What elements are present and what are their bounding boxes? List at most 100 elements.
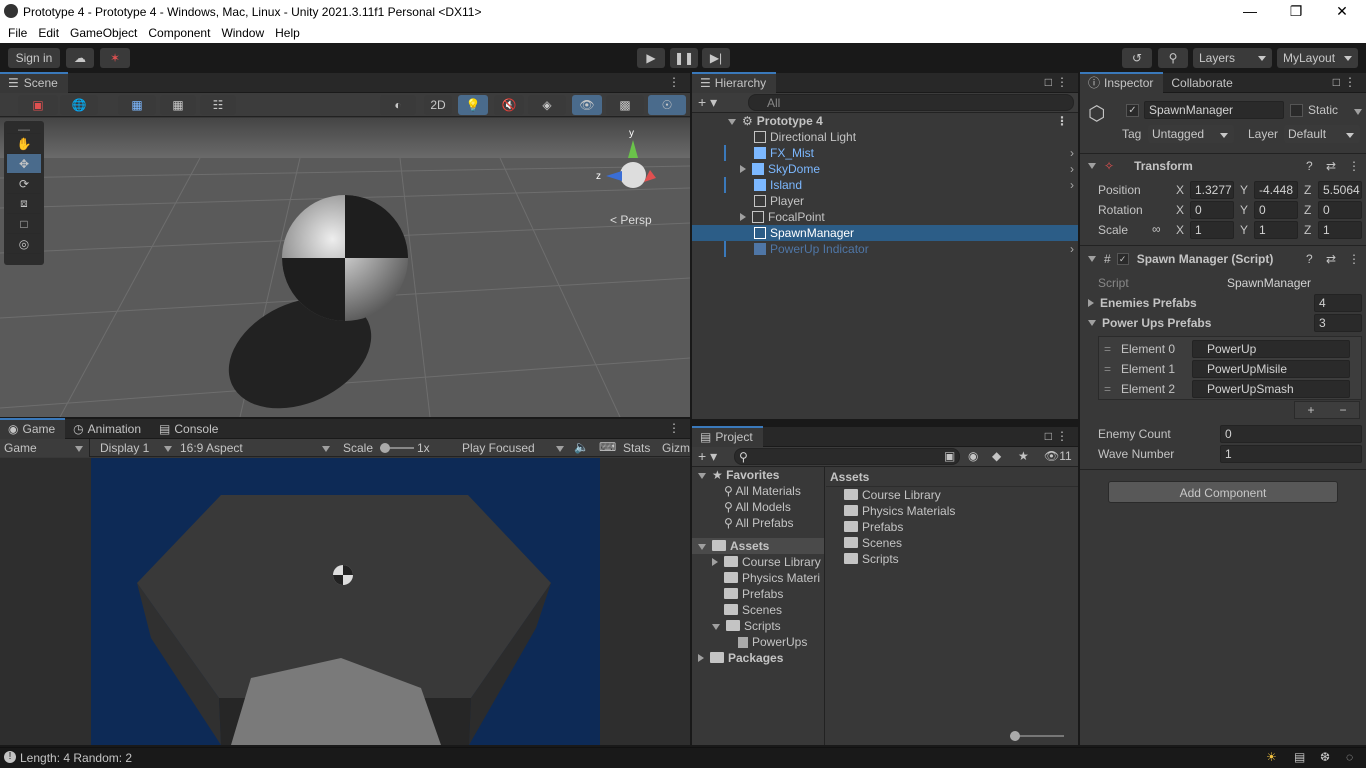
menu-edit[interactable]: Edit bbox=[38, 23, 59, 43]
favorite-all-prefabs[interactable]: ⚲ All Prefabs bbox=[692, 515, 824, 531]
tab-hierarchy[interactable]: ☰ Hierarchy bbox=[692, 72, 777, 93]
hidden-objects-icon[interactable]: 👁 bbox=[572, 95, 602, 115]
move-tool-icon[interactable]: ✥ bbox=[7, 154, 41, 174]
wave-number-field[interactable]: 1 bbox=[1220, 445, 1362, 463]
help-icon[interactable]: ? bbox=[1306, 159, 1313, 173]
help-icon[interactable]: ? bbox=[1306, 252, 1313, 266]
hierarchy-item-focalpoint[interactable]: FocalPoint bbox=[692, 209, 1078, 225]
auto-generate-lighting-icon[interactable]: ☀ bbox=[1266, 750, 1277, 764]
play-focused-dropdown[interactable]: Play Focused bbox=[458, 439, 568, 457]
menu-component[interactable]: Component bbox=[148, 23, 210, 43]
tab-console[interactable]: ▤ Console bbox=[151, 418, 228, 439]
object-name-field[interactable]: SpawnManager bbox=[1144, 101, 1284, 119]
menu-gameobject[interactable]: GameObject bbox=[70, 23, 137, 43]
minimize-button[interactable]: — bbox=[1227, 0, 1273, 23]
status-message[interactable]: Length: 4 Random: 2 bbox=[20, 751, 132, 765]
scene-viewport[interactable]: y z < Persp bbox=[0, 118, 690, 417]
tab-inspector[interactable]: ⓘ Inspector bbox=[1080, 72, 1164, 93]
gizmos-button[interactable]: Gizm bbox=[662, 441, 690, 455]
list-element[interactable]: = Element 0 PowerUp bbox=[1098, 339, 1362, 359]
search-by-type-icon[interactable]: ▣ bbox=[944, 449, 955, 463]
kebab-menu-icon[interactable]: ⋮ bbox=[668, 75, 680, 89]
constrain-proportions-icon[interactable]: ∞ bbox=[1152, 222, 1161, 236]
static-checkbox[interactable] bbox=[1290, 104, 1303, 117]
game-viewport[interactable] bbox=[91, 458, 600, 745]
script-component-header[interactable]: # ✓ Spawn Manager (Script) ? ⇄ ⋮ bbox=[1080, 249, 1366, 269]
progress-icon[interactable]: ◌ bbox=[1346, 750, 1353, 764]
sign-in-button[interactable]: Sign in bbox=[8, 48, 60, 68]
history-icon[interactable]: ↺ bbox=[1122, 48, 1152, 68]
project-breadcrumb[interactable]: Assets bbox=[826, 467, 1078, 487]
increment-snap-icon[interactable]: ☷ bbox=[200, 95, 236, 115]
element-value-field[interactable]: PowerUpSmash bbox=[1192, 380, 1350, 398]
game-mode-dropdown[interactable]: Game bbox=[0, 439, 90, 457]
rotation-y-field[interactable]: 0 bbox=[1254, 201, 1298, 219]
tag-dropdown[interactable]: Untagged bbox=[1148, 125, 1234, 143]
position-y-field[interactable]: -4.448 bbox=[1254, 181, 1298, 199]
aspect-dropdown[interactable]: 16:9 Aspect bbox=[176, 439, 336, 457]
transform-tool-icon[interactable]: ◎ bbox=[7, 234, 41, 254]
draw-mode-icon[interactable]: ▣ bbox=[18, 95, 58, 115]
lock-icon[interactable]: □ bbox=[1045, 429, 1052, 443]
position-x-field[interactable]: 1.3277 bbox=[1190, 181, 1234, 199]
shading-icon[interactable]: ◐ bbox=[380, 95, 416, 115]
hand-tool-icon[interactable]: ✋ bbox=[7, 134, 41, 154]
folder-scenes[interactable]: Scenes bbox=[692, 602, 824, 618]
preset-icon[interactable]: ⇄ bbox=[1326, 252, 1336, 266]
rotation-z-field[interactable]: 0 bbox=[1318, 201, 1362, 219]
kebab-menu-icon[interactable]: ⋮ bbox=[1344, 75, 1356, 89]
menu-window[interactable]: Window bbox=[221, 23, 264, 43]
enemies-prefabs-foldout[interactable]: Enemies Prefabs bbox=[1088, 296, 1197, 310]
folder-course-library[interactable]: Course Library bbox=[692, 554, 824, 570]
folder-scripts[interactable]: Scripts bbox=[692, 618, 824, 634]
powerups-prefabs-foldout[interactable]: Power Ups Prefabs bbox=[1088, 316, 1211, 330]
project-search-input[interactable]: ⚲ bbox=[734, 448, 960, 465]
assets-root[interactable]: Assets bbox=[692, 538, 824, 554]
active-checkbox[interactable]: ✓ bbox=[1126, 104, 1139, 117]
element-value-field[interactable]: PowerUp bbox=[1192, 340, 1350, 358]
2d-toggle-button[interactable]: 2D bbox=[424, 95, 452, 115]
list-element[interactable]: = Element 2 PowerUpSmash bbox=[1098, 379, 1362, 399]
tab-project[interactable]: ▤ Project bbox=[692, 426, 763, 447]
list-element[interactable]: = Element 1 PowerUpMisile bbox=[1098, 359, 1362, 379]
grid-icon[interactable]: ▦ bbox=[160, 95, 196, 115]
preset-icon[interactable]: ⇄ bbox=[1326, 159, 1336, 173]
audio-icon[interactable]: 🔇 bbox=[494, 95, 524, 115]
content-folder-scenes[interactable]: Scenes bbox=[826, 535, 1078, 551]
tab-collaborate[interactable]: Collaborate bbox=[1163, 72, 1242, 93]
search-icon[interactable]: ⚲ bbox=[1158, 48, 1188, 68]
add-icon[interactable]: + ▾ bbox=[698, 448, 717, 465]
gizmos-icon[interactable]: ☉ bbox=[648, 95, 686, 115]
global-icon[interactable]: 🌐 bbox=[60, 95, 98, 115]
remove-element-icon[interactable]: − bbox=[1339, 403, 1346, 417]
kebab-menu-icon[interactable]: ⋮ bbox=[1056, 429, 1068, 443]
scale-x-field[interactable]: 1 bbox=[1190, 221, 1234, 239]
close-button[interactable]: ✕ bbox=[1319, 0, 1365, 23]
position-z-field[interactable]: 5.5064 bbox=[1318, 181, 1362, 199]
folder-physics-materials[interactable]: Physics Materi bbox=[692, 570, 824, 586]
favorite-star-icon[interactable]: ★ bbox=[1018, 449, 1029, 463]
hierarchy-item-spawnmanager[interactable]: SpawnManager bbox=[692, 225, 1078, 241]
layers-dropdown[interactable]: Layers bbox=[1193, 48, 1272, 68]
element-value-field[interactable]: PowerUpMisile bbox=[1192, 360, 1350, 378]
content-folder-prefabs[interactable]: Prefabs bbox=[826, 519, 1078, 535]
hidden-packages-icon[interactable]: 👁11 bbox=[1044, 449, 1072, 463]
menu-help[interactable]: Help bbox=[275, 23, 300, 43]
hierarchy-item-player[interactable]: Player bbox=[692, 193, 1078, 209]
menu-file[interactable]: File bbox=[8, 23, 27, 43]
tab-scene[interactable]: ☰ Scene bbox=[0, 72, 68, 93]
favorite-all-materials[interactable]: ⚲ All Materials bbox=[692, 483, 824, 499]
scale-slider[interactable] bbox=[380, 443, 414, 453]
hierarchy-item-island[interactable]: Island › bbox=[724, 177, 1078, 193]
layout-dropdown[interactable]: MyLayout bbox=[1277, 48, 1358, 68]
rotate-tool-icon[interactable]: ⟳ bbox=[7, 174, 41, 194]
scale-z-field[interactable]: 1 bbox=[1318, 221, 1362, 239]
scale-y-field[interactable]: 1 bbox=[1254, 221, 1298, 239]
collab-icon[interactable]: ✶ bbox=[100, 48, 130, 68]
component-menu-icon[interactable]: ⋮ bbox=[1348, 159, 1360, 173]
rect-tool-icon[interactable]: □ bbox=[7, 214, 41, 234]
play-button[interactable]: ▶ bbox=[637, 48, 665, 68]
keyboard-icon[interactable]: ⌨ bbox=[599, 440, 616, 454]
layer-dropdown[interactable]: Default bbox=[1284, 125, 1360, 143]
hierarchy-search-input[interactable]: All bbox=[748, 94, 1074, 111]
